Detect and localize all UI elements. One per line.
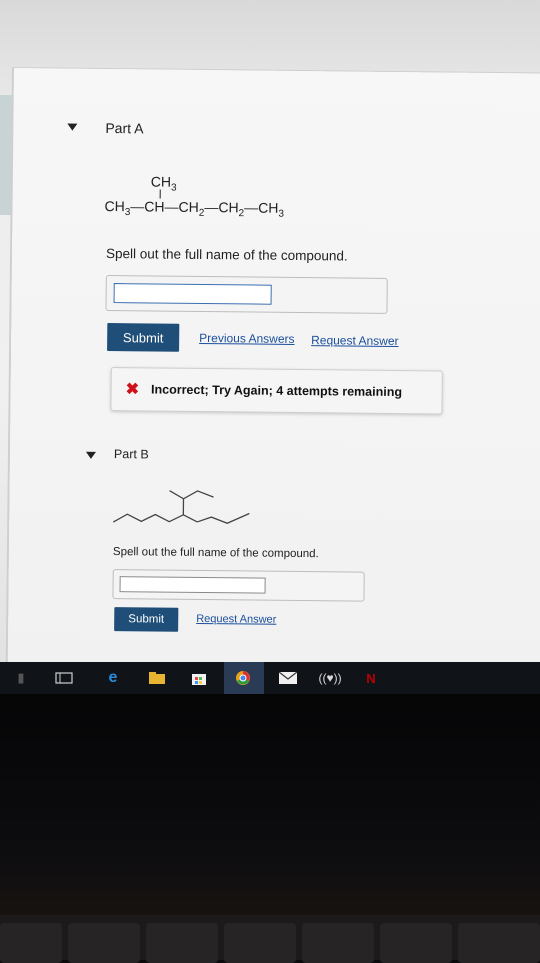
keyboard-key [224, 923, 296, 963]
store-icon[interactable] [190, 670, 208, 686]
feedback-text: Incorrect; Try Again; 4 attempts remaini… [151, 382, 402, 399]
collapse-part-b-icon[interactable] [86, 452, 96, 459]
chrome-icon[interactable] [234, 670, 252, 686]
keyboard-key [458, 923, 540, 963]
keyboard-key [68, 923, 140, 963]
branch-ch3: CH3 [151, 173, 177, 189]
part-a-request-answer-link[interactable]: Request Answer [311, 333, 399, 348]
formula-ch: CH [144, 198, 164, 214]
keyboard-key [0, 923, 62, 963]
part-a-heading: Part A [105, 120, 143, 136]
part-b-submit-button[interactable]: Submit [114, 607, 178, 632]
formula-ch3-right: CH3 [258, 200, 284, 216]
keyboard [0, 915, 540, 960]
chain-end-bonds [197, 513, 249, 524]
part-b-answer-container [112, 569, 364, 602]
part-b-heading: Part B [114, 447, 149, 461]
mail-icon[interactable] [278, 670, 298, 686]
branch-group-bonds [169, 491, 213, 499]
previous-answers-link[interactable]: Previous Answers [199, 331, 295, 346]
assignment-page: Part A CH3 CH3—CH—CH2—CH2—CH3 Spell out … [8, 68, 540, 662]
part-b-answer-input[interactable] [120, 576, 266, 594]
formula-ch2-2: CH2 [218, 199, 244, 215]
windows-taskbar: ▮ e ((♥)) N [0, 662, 540, 694]
part-b-question: Spell out the full name of the compound. [113, 546, 319, 560]
formula-branch: CH3 [151, 173, 177, 193]
task-view-icon[interactable] [54, 670, 74, 686]
keyboard-key [302, 923, 374, 963]
keyboard-key [146, 923, 218, 963]
skeletal-structure-b [109, 484, 269, 531]
part-a-question: Spell out the full name of the compound. [106, 246, 348, 264]
monitor-screen: Part A CH3 CH3—CH—CH2—CH2—CH3 Spell out … [0, 0, 540, 662]
collapse-part-a-icon[interactable] [67, 124, 77, 131]
main-chain-bonds [113, 514, 197, 523]
keyboard-key [380, 923, 452, 963]
branch-bond [160, 190, 161, 199]
iheartradio-icon[interactable]: ((♥)) [320, 670, 340, 686]
formula-ch3-left: CH3 [104, 198, 130, 214]
part-a-submit-button[interactable]: Submit [107, 323, 179, 352]
incorrect-feedback: ✖ Incorrect; Try Again; 4 attempts remai… [110, 367, 442, 414]
start-icon[interactable]: ▮ [14, 670, 28, 686]
part-a-answer-container [105, 275, 387, 314]
incorrect-x-icon: ✖ [126, 379, 140, 399]
netflix-icon[interactable]: N [366, 670, 376, 686]
structural-formula-a: CH3—CH—CH2—CH2—CH3 [104, 198, 284, 220]
formula-ch2-1: CH2 [179, 199, 205, 215]
part-b-request-answer-link[interactable]: Request Answer [196, 613, 276, 626]
file-explorer-icon[interactable] [148, 670, 166, 686]
part-a-answer-input[interactable] [114, 283, 272, 305]
edge-icon[interactable]: e [104, 670, 122, 686]
